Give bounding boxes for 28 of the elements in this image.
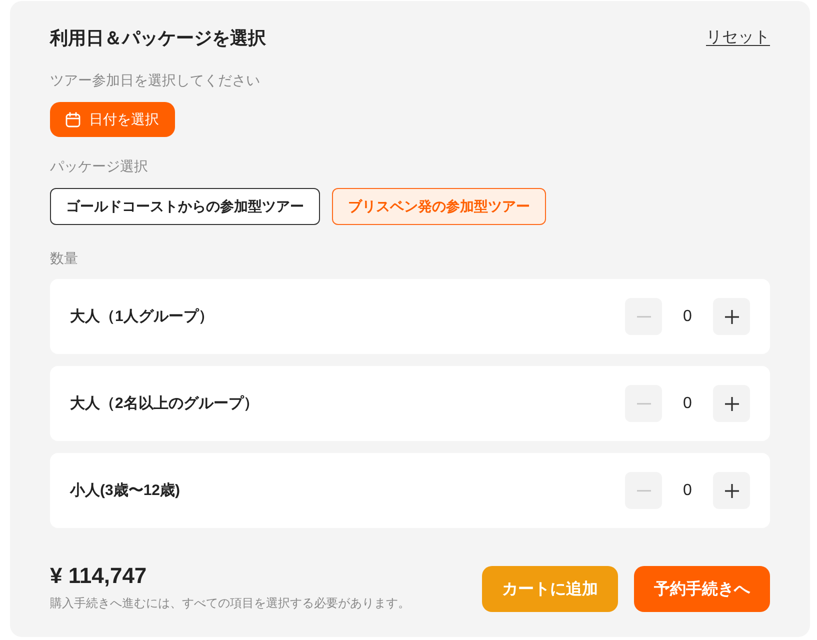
panel-title: 利用日＆パッケージを選択	[50, 27, 266, 50]
ticket-type-label: 大人（2名以上のグループ）	[70, 394, 258, 413]
section-label: ツアー参加日を選択してください	[50, 71, 260, 90]
checkout-note: 購入手続きへ進むには、すべての項目を選択する必要があります。	[50, 595, 410, 611]
quantity-value: 0	[682, 308, 693, 326]
ticket-type-label: 小人(3歳〜12歳)	[70, 481, 180, 500]
plus-icon	[724, 396, 738, 410]
increment-button[interactable]	[713, 385, 750, 422]
plus-icon	[724, 310, 738, 324]
package-option[interactable]: ゴールドコーストからの参加型ツアー	[50, 188, 320, 225]
date-select-button[interactable]: 日付を選択	[50, 102, 175, 137]
minus-icon	[636, 316, 650, 318]
increment-button[interactable]	[713, 472, 750, 509]
ticket-type-label: 大人（1人グループ）	[70, 307, 214, 326]
reset-link[interactable]: リセット	[706, 28, 770, 48]
add-to-cart-button[interactable]: カートに追加	[482, 566, 618, 612]
section-label: 数量	[50, 249, 78, 268]
minus-icon	[636, 490, 650, 492]
checkout-button[interactable]: 予約手続きへ	[634, 566, 770, 612]
quantity-value: 0	[682, 482, 693, 500]
section-label: パッケージ選択	[50, 157, 148, 176]
total-price: ¥ 114,747	[50, 563, 148, 589]
quantity-value: 0	[682, 394, 693, 412]
plus-icon	[724, 484, 738, 498]
increment-button[interactable]	[713, 298, 750, 335]
package-option[interactable]: ブリスベン発の参加型ツアー	[332, 188, 546, 225]
minus-icon	[636, 402, 650, 404]
calendar-icon	[65, 112, 81, 128]
